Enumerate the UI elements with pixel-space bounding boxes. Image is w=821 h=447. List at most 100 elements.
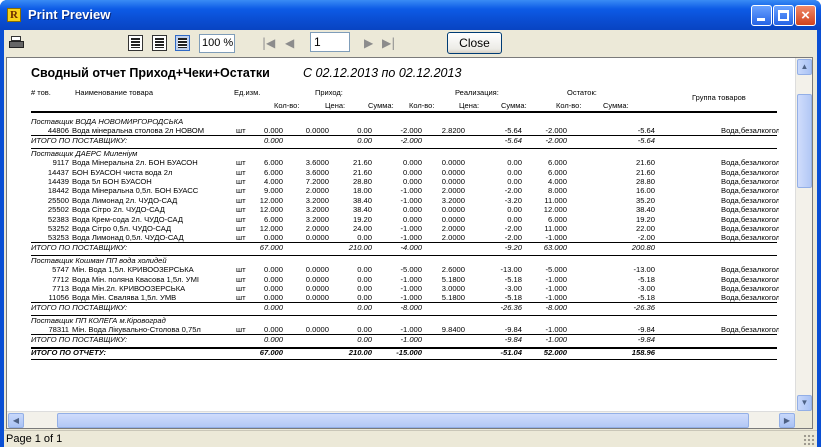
scroll-left-icon[interactable]: ◀ [8,413,24,428]
cell: 5.1800 [441,274,465,284]
cell: 0.00 [357,334,372,344]
total-row: ИТОГО ПО ПОСТАВЩИКУ: 0.000 0.00 -1.000 -9.84… [7,335,796,344]
cell: -15.000 [396,347,422,357]
cell: 14437 [47,167,69,177]
vertical-scroll-thumb[interactable] [797,94,812,188]
cell: 4.000 [547,177,567,186]
cell: 3.6000 [305,167,329,177]
cell: 0.00 [507,177,522,186]
preview-pane[interactable]: Сводный отчет Приход+Чеки+Остатки С 02.1… [6,57,813,429]
cell: Вода,безалкогольні напої [721,158,779,168]
cell: 0.000 [402,158,422,168]
cell: -5.000 [545,265,567,275]
cell: -3.00 [637,284,655,293]
header-unit: Ед.изм. [234,88,261,97]
first-page-icon[interactable]: |◀ [262,36,275,50]
cell: -8.000 [400,302,422,312]
cell: 14439 [47,177,69,186]
cell: 3.0000 [441,284,465,293]
horizontal-scroll-thumb[interactable] [57,413,749,428]
separator-line [31,314,777,316]
page-number-input[interactable]: 1 [310,32,350,52]
zoom-field[interactable]: 100 % [199,34,235,53]
cell: 0.00 [357,302,372,312]
cell: 0.0000 [305,284,329,293]
cell: -2.00 [504,186,522,196]
cell: -1.000 [400,274,422,284]
cell: 63.000 [543,242,567,252]
title-bar[interactable]: R Print Preview × [0,0,821,30]
cell: -1.000 [400,195,422,205]
scroll-up-icon[interactable]: ▲ [797,59,812,75]
header-sum-income: Сумма: [368,101,394,110]
scroll-corner [795,411,812,428]
scroll-right-icon[interactable]: ▶ [779,413,795,428]
cell: 0.00 [357,135,372,145]
cell: 38.40 [635,205,655,215]
cell: ИТОГО ПО ПОСТАВЩИКУ: [31,302,128,312]
cell: -5.18 [637,274,655,284]
print-button[interactable] [8,33,28,53]
cell: 0.000 [263,284,283,293]
header-qty-income: Кол-во: [274,101,300,110]
resize-grip-icon[interactable] [803,434,815,446]
close-button[interactable]: Close [447,32,502,54]
table-row: 25502 Вода Сітро 2л. ЧУДО-САД шт 12.000 3.20… [7,205,796,214]
cell: Вода 5л БОН БУАСОН [72,177,152,186]
cell: -2.000 [545,135,567,145]
client-area: 100 % |◀ ◀ 1 ▶ ▶| Close Сводный отчет Пр… [4,30,817,447]
separator-line [31,241,777,243]
cell: 158.96 [631,347,655,357]
cell: Вода,безалкогольні напої [721,195,779,205]
maximize-button[interactable] [773,5,794,26]
cell: -26.36 [500,302,522,312]
cell: 0.000 [263,334,283,344]
cell: 210.00 [348,347,372,357]
cell: -9.84 [637,334,655,344]
vertical-scrollbar[interactable]: ▲ ▼ [795,58,812,412]
cell: 0.0000 [305,265,329,275]
cell: Вода Сітро 2л. ЧУДО-САД [72,205,165,215]
table-row: 25500 Вода Лимонад 2л. ЧУДО-САД шт 12.000 3.… [7,196,796,205]
minimize-button[interactable] [751,5,772,26]
print-preview-window: R Print Preview × 100 % |◀ ◀ 1 ▶ ▶| Clos… [0,0,821,447]
cell: 0.000 [402,205,422,215]
scroll-down-icon[interactable]: ▼ [797,395,812,411]
cell: -13.00 [500,265,522,275]
cell: 2.0000 [441,186,465,196]
cell: 18442 [47,186,69,196]
page-width-icon[interactable] [152,35,167,51]
cell: 38.40 [352,195,372,205]
cell: 0.00 [357,274,372,284]
last-page-icon[interactable]: ▶| [382,36,395,50]
cell: 7713 [52,284,69,293]
cell: -1.000 [400,334,422,344]
status-text: Page 1 of 1 [6,433,63,445]
printer-icon-body [9,41,24,48]
header-qty-rest: Кол-во: [556,101,582,110]
cell: 0.000 [402,177,422,186]
cell: -2.000 [400,135,422,145]
cell: 24.00 [352,224,372,233]
cell: Вода,безалкогольні напої [721,224,779,233]
close-icon: × [801,7,810,24]
cell: 53252 [47,224,69,233]
table-row: 7712 Вода Мін. поляна Квасова 1,5л. УМІ шт… [7,275,796,284]
cell: 18.00 [352,186,372,196]
cell: 0.000 [263,274,283,284]
close-window-button[interactable]: × [795,5,816,26]
previous-page-icon[interactable]: ◀ [285,36,294,50]
next-page-icon[interactable]: ▶ [364,36,373,50]
toolbar: 100 % |◀ ◀ 1 ▶ ▶| Close [4,30,817,56]
cell: 25500 [47,195,69,205]
horizontal-scrollbar[interactable]: ◀ ▶ [7,411,796,428]
cell: 0.000 [402,167,422,177]
cell: 0.0000 [441,214,465,224]
cell: Вода,безалкогольні напої [721,177,779,186]
table-row: 9117 Вода Мінеральна 2л. БОН БУАСОН шт 6.00… [7,158,796,167]
cell: -1.000 [545,274,567,284]
whole-page-icon[interactable] [175,35,190,51]
cell: 52.000 [543,347,567,357]
cell: 3.2000 [441,195,465,205]
single-page-icon[interactable] [128,35,143,51]
